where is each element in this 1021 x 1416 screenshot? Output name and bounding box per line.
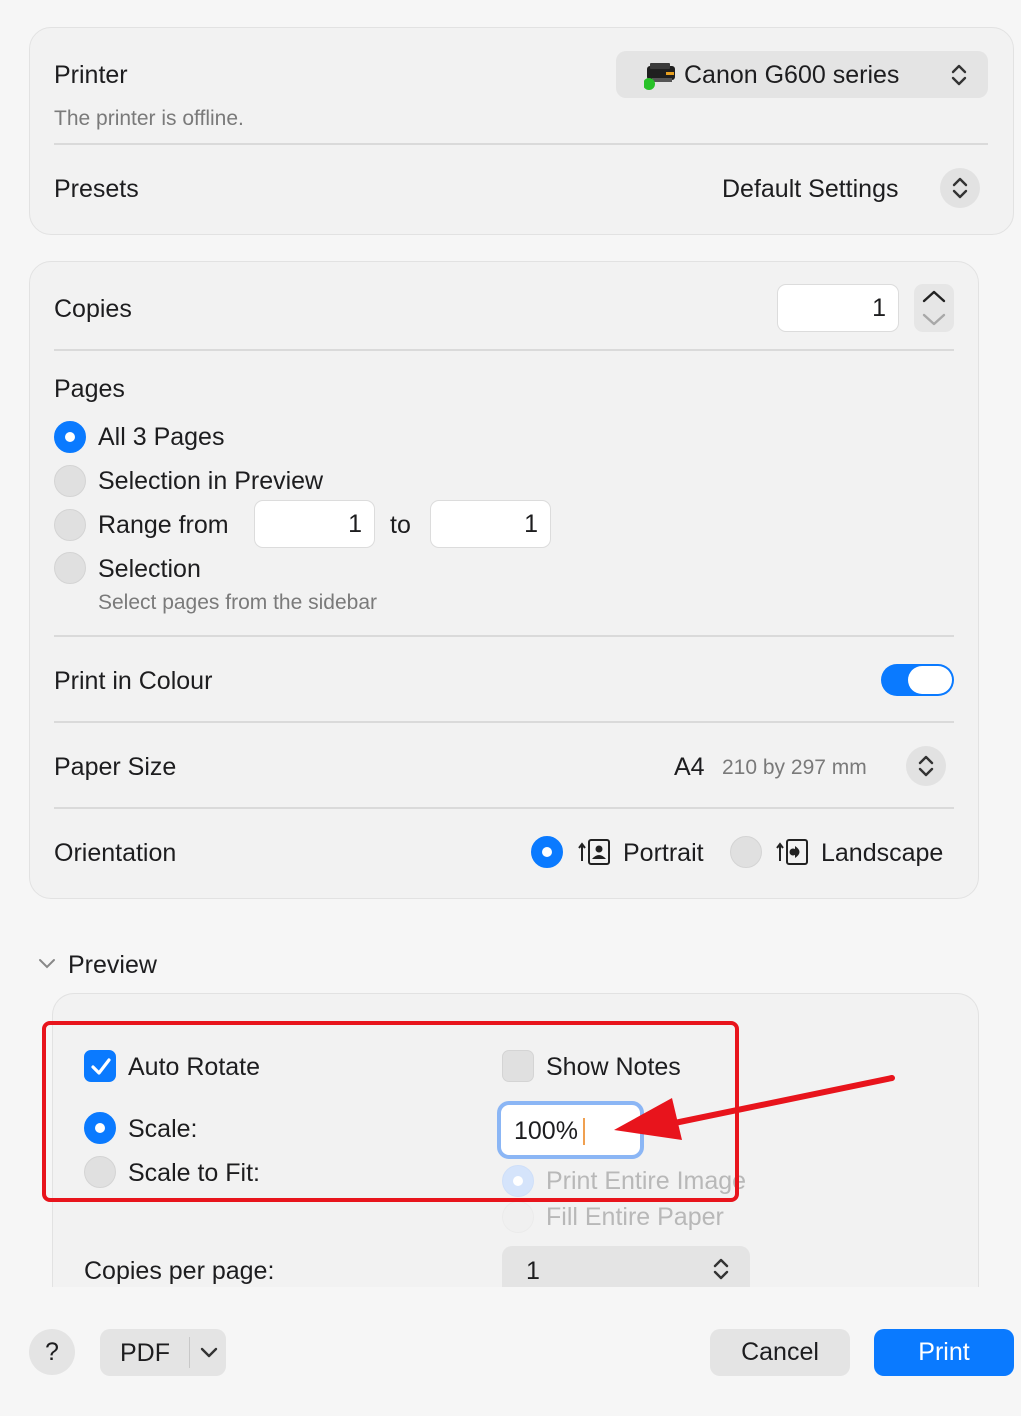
portrait-label[interactable]: Portrait	[623, 838, 704, 868]
selection-hint: Select pages from the sidebar	[98, 591, 377, 614]
copies-stepper[interactable]	[914, 284, 954, 332]
printer-label: Printer	[54, 61, 128, 89]
paper-dimensions: 210 by 297 mm	[722, 756, 867, 779]
cancel-button[interactable]: Cancel	[710, 1329, 850, 1376]
paper-size-value[interactable]: A4	[674, 752, 705, 782]
toggle-knob	[908, 666, 952, 694]
print-button[interactable]: Print	[874, 1329, 1014, 1376]
divider	[54, 721, 954, 723]
paper-size-popup-button[interactable]	[906, 746, 946, 786]
chevron-down-icon	[199, 1346, 219, 1365]
divider	[54, 349, 954, 351]
annotation-arrow	[614, 1075, 895, 1140]
preview-section-title[interactable]: Preview	[68, 950, 157, 980]
landscape-label[interactable]: Landscape	[821, 838, 943, 868]
copies-field[interactable]: 1	[777, 284, 899, 332]
pages-option-range[interactable]: Range from	[98, 510, 229, 540]
range-from-field[interactable]: 1	[254, 500, 375, 548]
range-to-label: to	[390, 511, 411, 539]
chevron-updown-icon	[950, 63, 968, 92]
copies-per-page-label: Copies per page:	[84, 1257, 275, 1285]
pdf-label: PDF	[120, 1339, 170, 1367]
divider	[54, 807, 954, 809]
radio-fill-entire-paper[interactable]	[502, 1201, 534, 1233]
printer-popup[interactable]: Canon G600 series	[616, 51, 988, 98]
radio-portrait[interactable]	[531, 836, 563, 868]
chevron-updown-icon	[712, 1257, 730, 1286]
printer-icon	[643, 60, 678, 90]
divider	[54, 635, 954, 637]
presets-label: Presets	[54, 175, 139, 203]
copies-per-page-popup[interactable]: 1	[502, 1246, 750, 1287]
printer-status: The printer is offline.	[54, 107, 244, 130]
printer-name: Canon G600 series	[684, 61, 900, 89]
colour-label: Print in Colour	[54, 667, 213, 695]
copies-per-page-value: 1	[526, 1257, 540, 1285]
presets-value[interactable]: Default Settings	[722, 174, 899, 204]
paper-size-label: Paper Size	[54, 753, 177, 781]
landscape-icon	[775, 837, 811, 872]
pages-option-selection-preview[interactable]: Selection in Preview	[98, 466, 323, 496]
radio-selection-in-preview[interactable]	[54, 465, 86, 497]
pages-option-selection[interactable]: Selection	[98, 554, 201, 584]
radio-range[interactable]	[54, 509, 86, 541]
radio-landscape[interactable]	[730, 836, 762, 868]
separator	[189, 1337, 190, 1368]
portrait-icon	[577, 837, 613, 872]
help-button[interactable]: ?	[29, 1329, 75, 1375]
chevron-updown-icon	[918, 755, 934, 777]
pdf-menu-button[interactable]: PDF	[100, 1329, 226, 1376]
pages-label: Pages	[54, 375, 125, 403]
pages-option-all[interactable]: All 3 Pages	[98, 422, 224, 452]
print-dialog: Printer The printer is offline. Canon G6…	[0, 0, 1021, 1416]
orientation-label: Orientation	[54, 839, 177, 867]
range-to-field[interactable]: 1	[430, 500, 551, 548]
radio-selection[interactable]	[54, 552, 86, 584]
radio-all-pages[interactable]	[54, 421, 86, 453]
chevron-updown-icon	[952, 177, 968, 199]
colour-toggle[interactable]	[881, 664, 954, 696]
divider	[54, 143, 988, 145]
fill-entire-paper-label[interactable]: Fill Entire Paper	[546, 1202, 724, 1232]
presets-popup-button[interactable]	[940, 168, 980, 208]
copies-label: Copies	[54, 295, 132, 323]
chevron-down-icon[interactable]	[38, 957, 56, 976]
